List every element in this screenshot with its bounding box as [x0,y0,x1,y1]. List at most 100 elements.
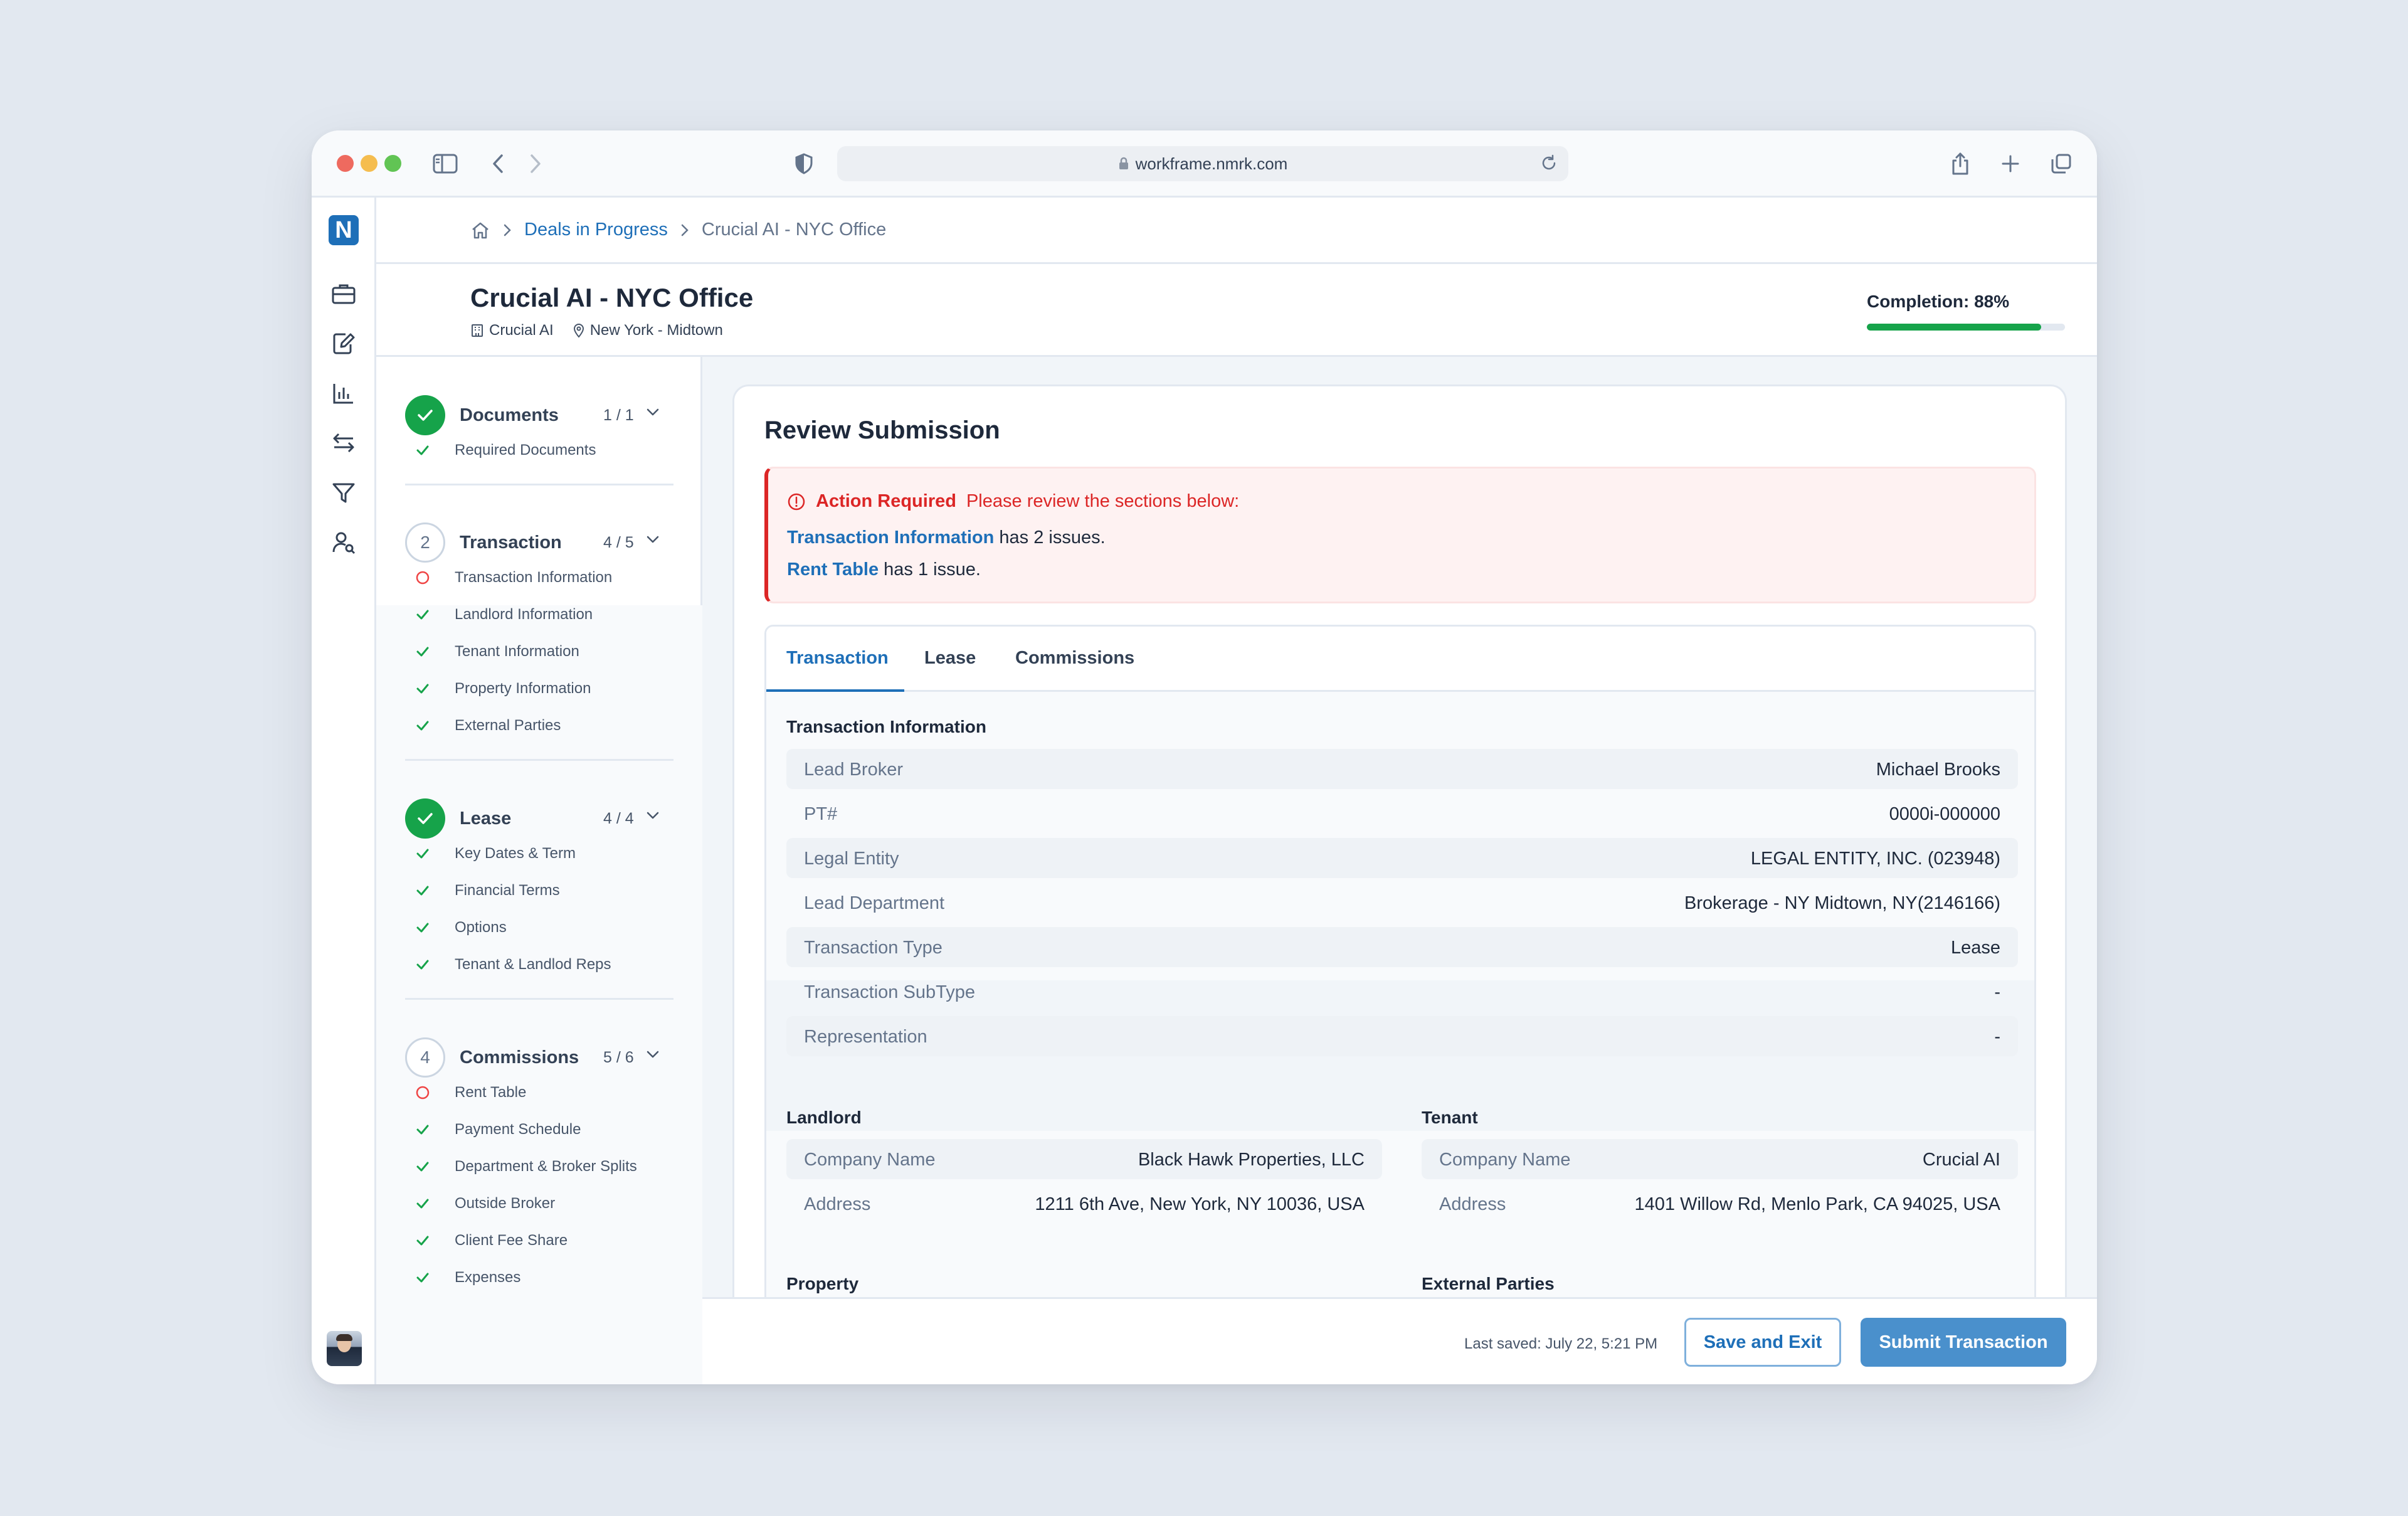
step-number: 2 [405,522,445,563]
close-window-button[interactable] [337,155,354,172]
step-title: Documents [460,405,559,425]
home-icon[interactable] [470,221,490,240]
step-sub-item[interactable]: Financial Terms [376,879,702,902]
field-label: Lead Department [804,893,945,913]
field-label: Company Name [1439,1150,1571,1170]
completion-progress-fill [1867,324,2042,331]
alert-issue: Transaction Information has 2 issues. [787,527,1106,548]
step-sub-item[interactable]: Tenant Information [376,640,702,663]
step-title: Transaction [460,533,562,553]
step-sub-item[interactable]: Department & Broker Splits [376,1155,702,1178]
tab-commissions[interactable]: Commissions [1015,648,1134,669]
zoom-window-button[interactable] [384,155,401,172]
building-icon [470,324,484,337]
tab-bar: Transaction Lease Commissions [766,627,2034,692]
breadcrumb-deals-in-progress[interactable]: Deals in Progress [524,220,668,240]
briefcase-icon[interactable] [330,280,357,307]
app-logo[interactable]: N [329,215,359,245]
issue-circle-icon [415,1085,430,1100]
step-sub-item[interactable]: Key Dates & Term [376,842,702,865]
deal-header: Crucial AI - NYC Office Crucial AI New Y… [376,264,2097,357]
step-header[interactable]: Lease 4 / 4 [376,798,702,839]
save-and-exit-button[interactable]: Save and Exit [1684,1318,1841,1367]
browser-toolbar: workframe.nmrk.com [312,130,2097,198]
field-value: Lease [1950,938,2000,958]
lock-icon [1118,157,1129,171]
step-group-commissions: 4 Commissions 5 / 6 Rent Table Payment Sched… [376,1037,702,1286]
completion-label: Completion: 88% [1867,292,2010,311]
transaction-info-row: Legal Entity LEGAL ENTITY, INC. (023948) [786,838,2018,878]
deal-meta: Crucial AI New York - Midtown [470,322,723,339]
step-sub-item[interactable]: Payment Schedule [376,1118,702,1141]
transfer-arrows-icon[interactable] [330,429,357,457]
tab-overview-icon[interactable] [2047,149,2076,178]
reload-icon[interactable] [1539,154,1558,177]
chevron-down-icon[interactable] [646,811,660,820]
forward-icon[interactable] [521,149,550,178]
review-card: Review Submission Action Required Please… [732,384,2067,1325]
step-header[interactable]: 4 Commissions 5 / 6 [376,1037,702,1078]
filter-icon[interactable] [330,479,357,507]
share-icon[interactable] [1946,149,1975,178]
issue-link-transaction-information[interactable]: Transaction Information [787,527,994,548]
chevron-down-icon[interactable] [646,1050,660,1059]
step-sub-item[interactable]: Landlord Information [376,603,702,626]
bar-chart-icon[interactable] [330,379,357,407]
field-value: Crucial AI [1922,1150,2000,1170]
step-header[interactable]: Documents 1 / 1 [376,395,702,435]
section-tenant: Tenant [1422,1108,1478,1127]
step-sub-item-label: Required Documents [455,442,596,459]
step-sub-item[interactable]: Outside Broker [376,1192,702,1215]
check-icon [415,846,430,861]
chevron-down-icon[interactable] [646,408,660,416]
field-value: 0000i-000000 [1889,804,2000,824]
step-sub-item[interactable]: Tenant & Landlod Reps [376,953,702,976]
step-sub-item[interactable]: Required Documents [376,439,702,462]
step-sub-item[interactable]: Property Information [376,677,702,700]
field-value: 1211 6th Ave, New York, NY 10036, USA [1035,1194,1365,1214]
minimize-window-button[interactable] [361,155,378,172]
check-icon [415,443,430,458]
step-complete-check-icon [405,395,445,435]
step-sub-item[interactable]: Transaction Information [376,566,702,589]
step-sub-item[interactable]: Rent Table [376,1081,702,1104]
step-sub-item-label: Department & Broker Splits [455,1158,637,1175]
step-sub-item[interactable]: Options [376,916,702,939]
privacy-shield-icon[interactable] [789,149,818,178]
edit-document-icon[interactable] [330,330,357,358]
submit-transaction-button[interactable]: Submit Transaction [1861,1318,2066,1367]
transaction-info-row: Transaction Type Lease [786,927,2018,967]
field-label: Transaction Type [804,938,943,958]
step-sub-item[interactable]: External Parties [376,714,702,737]
chevron-down-icon[interactable] [646,535,660,544]
check-icon [415,957,430,972]
new-tab-icon[interactable] [1996,149,2025,178]
section-property: Property [786,1274,859,1293]
issue-link-rent-table[interactable]: Rent Table [787,559,879,580]
step-sub-item-label: Options [455,919,507,936]
tenant-row: Company Name Crucial AI [1422,1139,2018,1179]
step-sub-item-label: Key Dates & Term [455,845,576,862]
step-header[interactable]: 2 Transaction 4 / 5 [376,522,702,563]
field-label: Address [804,1194,871,1214]
step-sub-item-label: Payment Schedule [455,1121,581,1138]
tab-transaction[interactable]: Transaction [786,648,889,669]
step-divider [405,759,673,761]
field-label: Representation [804,1027,927,1047]
field-value: Brokerage - NY Midtown, NY(2146166) [1684,893,2000,913]
back-icon[interactable] [483,149,512,178]
step-group-lease: Lease 4 / 4 Key Dates & Term Financial Term… [376,798,702,973]
step-complete-check-icon [405,798,445,839]
step-sub-item[interactable]: Expenses [376,1266,702,1289]
sidebar-toggle-icon[interactable] [431,149,460,178]
address-bar[interactable]: workframe.nmrk.com [837,146,1568,181]
step-sub-item-label: Transaction Information [455,569,613,586]
step-sub-item[interactable]: Client Fee Share [376,1229,702,1252]
browser-window: workframe.nmrk.com N Deals in Progress C… [312,130,2097,1384]
tab-lease[interactable]: Lease [924,648,976,669]
user-avatar[interactable] [327,1331,362,1366]
app-nav-rail [312,198,376,1384]
user-search-icon[interactable] [330,529,357,556]
landlord-row: Company Name Black Hawk Properties, LLC [786,1139,1382,1179]
chevron-right-icon [680,223,689,237]
